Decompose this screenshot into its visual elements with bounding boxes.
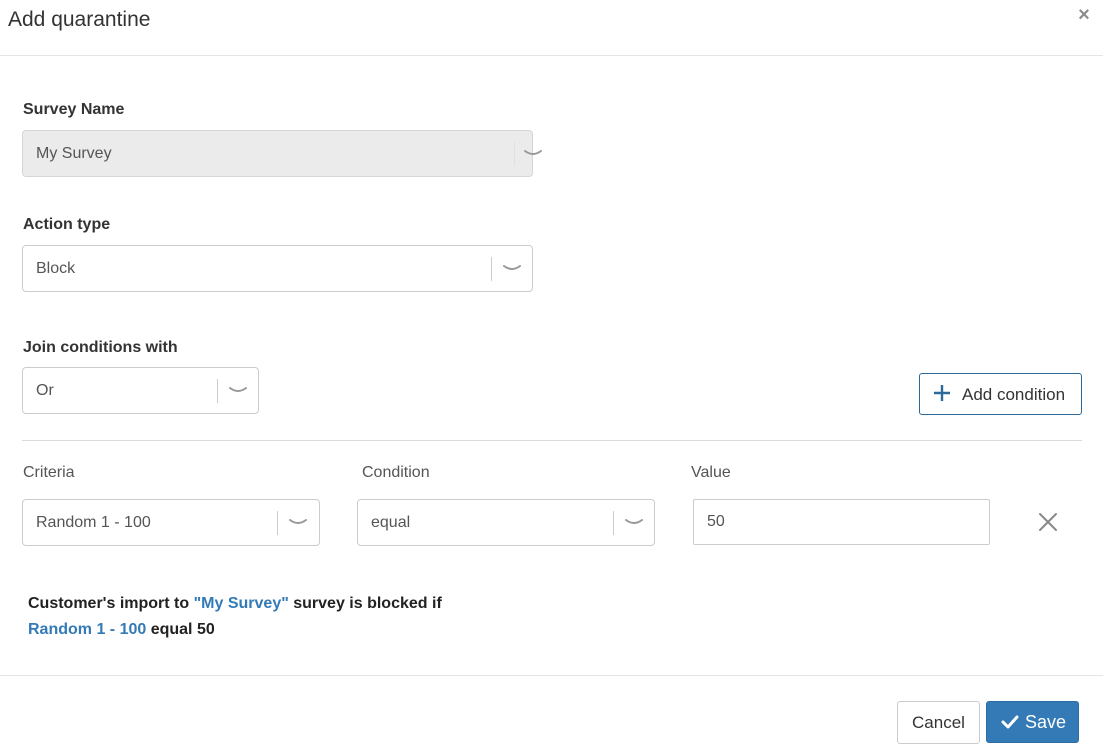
criteria-select[interactable]: Random 1 - 100	[22, 499, 320, 546]
check-icon	[1001, 715, 1019, 729]
chevron-down-icon[interactable]	[288, 515, 308, 531]
chevron-down-icon	[524, 150, 542, 155]
criteria-value: Random 1 - 100	[36, 514, 151, 531]
condition-value: equal	[371, 514, 411, 531]
dialog-title: Add quarantine	[8, 8, 151, 31]
value-input-text: 50	[707, 513, 725, 530]
summary-prefix: Customer's import to	[28, 595, 194, 612]
summary-line-1: Customer's import to "My Survey" survey …	[28, 594, 442, 614]
survey-name-label: Survey Name	[23, 101, 125, 118]
select-separator	[491, 257, 492, 281]
survey-name-value: My Survey	[36, 145, 112, 162]
summary-line-2: Random 1 - 100 equal 50	[28, 620, 215, 640]
summary-survey-name: "My Survey"	[193, 595, 289, 612]
summary-suffix: survey is blocked if	[288, 595, 442, 612]
action-type-select[interactable]: Block	[22, 245, 533, 292]
chevron-down-icon[interactable]	[228, 383, 248, 399]
save-label: Save	[1025, 712, 1067, 732]
join-conditions-label: Join conditions with	[23, 339, 178, 356]
join-conditions-select[interactable]: Or	[22, 367, 259, 414]
chevron-down-icon[interactable]	[502, 261, 522, 277]
summary-condition: equal 50	[146, 621, 215, 638]
join-conditions-value: Or	[36, 382, 54, 399]
add-condition-button[interactable]: Add condition	[919, 373, 1082, 415]
section-divider	[22, 440, 1082, 441]
dialog-header: Add quarantine ×	[0, 0, 1103, 56]
survey-name-select: My Survey	[22, 130, 542, 177]
action-type-label: Action type	[23, 216, 111, 233]
select-separator	[514, 142, 515, 166]
summary-criteria: Random 1 - 100	[28, 621, 147, 638]
cancel-label: Cancel	[912, 713, 965, 732]
select-separator	[217, 379, 218, 403]
add-quarantine-dialog: Add quarantine × Survey Name My Survey A…	[0, 0, 1103, 754]
add-condition-label: Add condition	[962, 385, 1066, 404]
select-separator	[277, 511, 278, 535]
save-button[interactable]: Save	[986, 701, 1079, 743]
value-input[interactable]: 50	[693, 499, 990, 545]
select-separator	[613, 511, 614, 535]
criteria-header: Criteria	[23, 464, 75, 481]
close-icon[interactable]: ×	[1074, 4, 1094, 26]
remove-icon[interactable]	[1037, 511, 1059, 533]
condition-header: Condition	[362, 464, 430, 481]
plus-icon	[934, 385, 950, 401]
condition-select[interactable]: equal	[357, 499, 655, 546]
chevron-down-icon[interactable]	[624, 515, 644, 531]
value-header: Value	[691, 464, 731, 481]
action-type-value: Block	[36, 260, 76, 277]
cancel-button[interactable]: Cancel	[897, 701, 980, 744]
